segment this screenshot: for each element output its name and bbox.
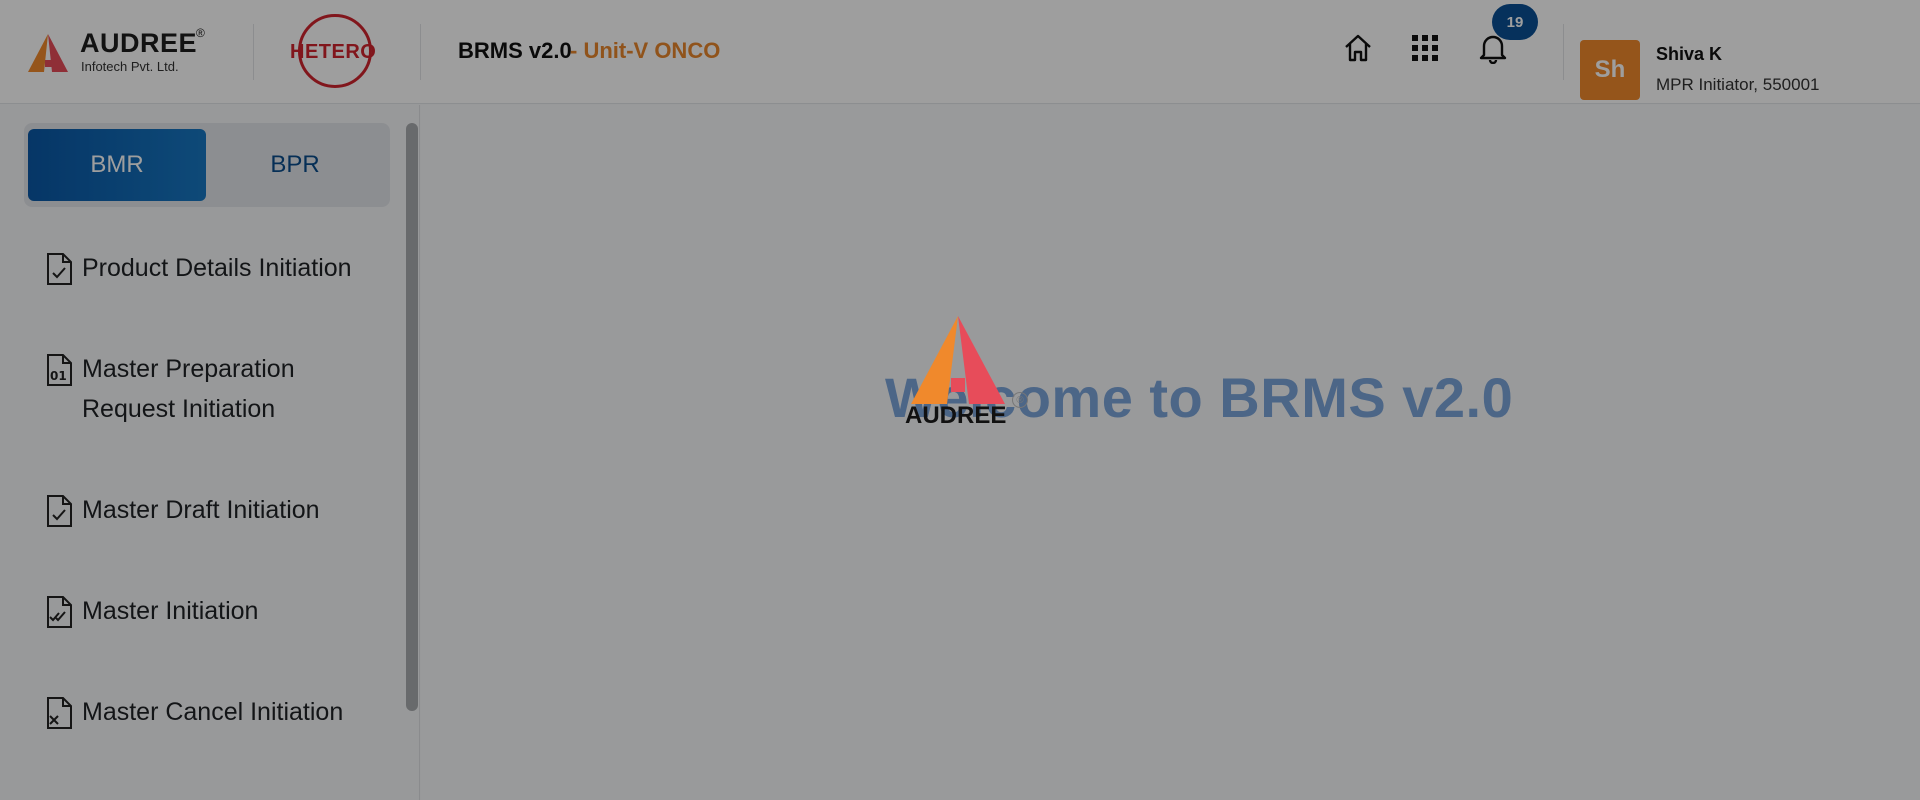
file-binary-icon: 01 [40,351,78,389]
sidebar-item-label: Master Initiation [82,597,259,625]
header-divider [253,24,254,80]
tab-bpr[interactable]: BPR [206,129,384,201]
file-check-icon [40,492,78,530]
svg-text:01: 01 [50,369,67,383]
registered-mark: ® [1012,392,1028,408]
file-double-check-icon [40,593,78,631]
avatar[interactable]: Sh [1580,40,1640,100]
header-divider [1563,24,1564,80]
sidebar-item-master-preparation-request-initiation[interactable]: 01 Master Preparation Request Initiation [40,349,380,429]
file-check-icon [40,250,78,288]
sidebar: BMR BPR Product Details Initiation 01 Ma… [0,105,420,800]
app-unit-label: - Unit-V ONCO [570,38,721,63]
apps-grid-icon[interactable] [1407,30,1443,66]
audree-logo[interactable]: AUDREE ® Infotech Pvt. Ltd. [28,26,218,78]
record-type-toggle: BMR BPR [24,123,390,207]
sidebar-item-product-details-initiation[interactable]: Product Details Initiation [40,248,380,288]
registered-mark: ® [196,26,205,40]
sidebar-item-label: Master Draft Initiation [82,496,320,524]
home-icon[interactable] [1340,30,1376,66]
header-divider [420,24,421,80]
sidebar-scrollbar[interactable] [406,123,418,711]
audree-brand-subtitle: Infotech Pvt. Ltd. [81,59,179,74]
hetero-logo: HETERO [286,14,382,90]
sidebar-item-master-initiation[interactable]: Master Initiation [40,591,380,631]
user-role: MPR Initiator, 550001 [1656,75,1820,94]
sidebar-item-label: Master Cancel Initiation [82,698,344,726]
sidebar-item-label: Product Details Initiation [82,254,352,282]
audree-brand-name: AUDREE [80,28,198,58]
sidebar-item-master-cancel-initiation[interactable]: Master Cancel Initiation [40,692,380,732]
loading-spinner: AUDREE ® [893,312,1033,436]
audree-logo-icon [28,34,68,72]
top-header: AUDREE ® Infotech Pvt. Ltd. HETERO BRMS … [0,0,1920,104]
app-title: BRMS v2.0 [458,38,572,63]
loader-brand-name: AUDREE [905,402,1007,429]
notification-count-badge[interactable]: 19 [1492,4,1538,40]
user-name[interactable]: Shiva K [1656,44,1722,65]
file-x-icon [40,694,78,732]
tab-bmr[interactable]: BMR [28,129,206,201]
sidebar-item-label: Master Preparation Request Initiation [82,355,295,423]
hetero-brand-name: HETERO [290,41,377,63]
sidebar-item-master-draft-initiation[interactable]: Master Draft Initiation [40,490,380,530]
main-content: Welcome to BRMS v2.0 [421,105,1920,800]
